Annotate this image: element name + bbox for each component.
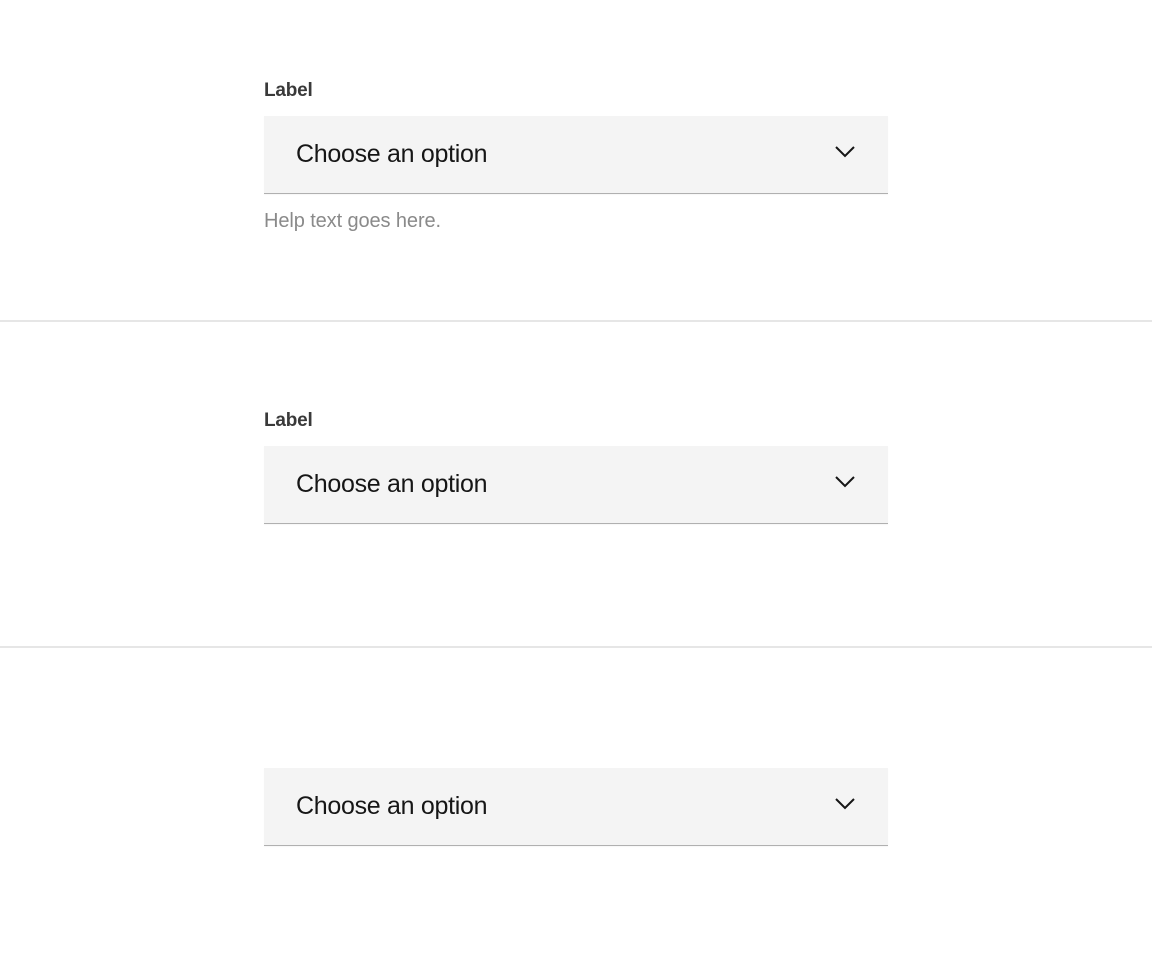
dropdown-field-wrapper: Label Choose an option Help text goes he… — [264, 80, 888, 233]
dropdown-select[interactable]: Choose an option — [264, 446, 888, 524]
dropdown-variant-with-help: Label Choose an option Help text goes he… — [0, 0, 1152, 322]
dropdown-field-wrapper: Choose an option — [264, 768, 888, 846]
dropdown-placeholder: Choose an option — [296, 792, 487, 821]
dropdown-placeholder: Choose an option — [296, 470, 487, 499]
dropdown-variant-no-label: Choose an option — [0, 648, 1152, 968]
dropdown-select[interactable]: Choose an option — [264, 116, 888, 194]
dropdown-select[interactable]: Choose an option — [264, 768, 888, 846]
dropdown-field-wrapper: Label Choose an option — [264, 410, 888, 524]
dropdown-help-text: Help text goes here. — [264, 210, 888, 233]
dropdown-label: Label — [264, 410, 888, 432]
dropdown-placeholder: Choose an option — [296, 140, 487, 169]
dropdown-label: Label — [264, 80, 888, 102]
chevron-down-icon — [834, 797, 856, 816]
chevron-down-icon — [834, 475, 856, 494]
dropdown-variant-no-help: Label Choose an option — [0, 322, 1152, 648]
chevron-down-icon — [834, 145, 856, 164]
